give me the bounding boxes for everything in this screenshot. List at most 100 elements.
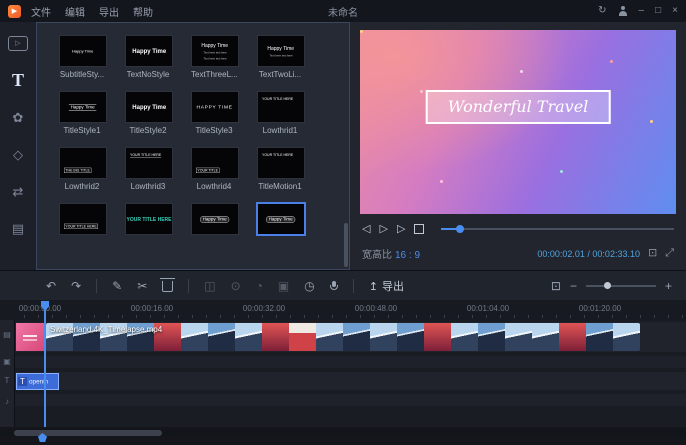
sidebar-item-elements[interactable]: ▤ <box>5 217 31 239</box>
template-label: TextNoStyle <box>125 70 171 79</box>
sync-icon[interactable]: ↻ <box>598 6 606 16</box>
edit-pencil-icon[interactable]: ✎ <box>112 280 122 292</box>
timeline-ruler[interactable]: 00:00:00.0000:00:16.0000:00:32.0000:00:4… <box>0 300 686 320</box>
fit-timeline-icon[interactable]: ⊡ <box>551 280 561 292</box>
menu-help[interactable]: 帮助 <box>133 4 153 19</box>
transport-controls: ◁ ▷ ▷ <box>362 221 674 237</box>
elements-icon: ▤ <box>12 222 24 235</box>
template-item-9[interactable]: THE BIG TITLELowthrid2 <box>59 147 105 191</box>
template-item-14[interactable]: YOUR TITLE HERE <box>125 203 171 235</box>
template-thumb-subtext: Text here text here <box>203 57 226 60</box>
speed-icon[interactable]: ◔ <box>256 280 263 292</box>
template-item-10[interactable]: YOUR TITLE HERELowthrid3 <box>125 147 171 191</box>
zoom-out-icon[interactable]: − <box>570 280 577 292</box>
template-item-1[interactable]: Happy TimeSubtitleSty... <box>59 35 105 79</box>
account-icon[interactable] <box>618 6 628 16</box>
fullscreen-icon[interactable]: ⤢ <box>665 248 674 259</box>
sidebar-item-text[interactable]: T <box>5 69 31 91</box>
film-frame <box>289 323 316 351</box>
template-item-11[interactable]: YOUR TITLELowthrid4 <box>191 147 237 191</box>
timeline-zoom-slider[interactable] <box>586 285 656 287</box>
template-thumb-text: Happy Time <box>69 104 97 111</box>
template-item-12[interactable]: YOUR TITLE HERETitleMotion1 <box>257 147 303 191</box>
seek-dot[interactable] <box>456 225 464 233</box>
stop-button[interactable] <box>414 224 424 234</box>
video-clip[interactable]: Switzerland 4K_Timelapse.mp4 <box>46 323 640 351</box>
sidebar: ▷ T ✿ ◇ ⇄ ▤ <box>0 22 36 270</box>
next-frame-button[interactable]: ▷ <box>397 224 405 235</box>
playhead[interactable] <box>44 302 46 427</box>
template-thumb: YOUR TITLE HERE <box>257 91 305 123</box>
text-track-icon[interactable]: T <box>0 376 14 385</box>
close-button[interactable]: × <box>672 6 678 16</box>
video-track-icon[interactable]: ▤ <box>0 330 14 339</box>
duration-clock-icon[interactable]: ◷ <box>304 280 314 292</box>
ruler-label: 00:01:20.00 <box>579 304 621 313</box>
preview-screen[interactable]: Wonderful Travel <box>360 30 676 214</box>
toolbar-divider <box>188 279 189 293</box>
media-icon: ▷ <box>8 36 27 51</box>
pip-track-icon[interactable]: ▣ <box>0 357 14 366</box>
sidebar-item-transitions[interactable]: ⇄ <box>5 180 31 202</box>
template-item-2[interactable]: Happy TimeTextNoStyle <box>125 35 171 79</box>
scrollbar-thumb[interactable] <box>14 430 162 436</box>
fit-preview-icon[interactable]: ⊡ <box>648 248 657 259</box>
film-frame <box>316 323 343 351</box>
seek-bar[interactable] <box>441 228 674 230</box>
preview-panel: Wonderful Travel ◁ ▷ ▷ 宽高比16 : 9 00:00:0… <box>350 22 686 270</box>
app-window: ▶ 文件编辑导出帮助 未命名 ↻ – □ × ▷ T ✿ ◇ ⇄ ▤ Happy Time… <box>0 0 686 445</box>
redo-icon[interactable]: ↷ <box>71 280 81 292</box>
export-button[interactable]: ↥ 导出 <box>369 278 404 294</box>
template-item-3[interactable]: Happy TimeText here text hereText here t… <box>191 35 237 79</box>
template-thumb-text: Happy Time <box>200 216 229 223</box>
template-item-4[interactable]: Happy TimeText here text hereTextTwoLi..… <box>257 35 303 79</box>
template-item-8[interactable]: YOUR TITLE HERELowthrid1 <box>257 91 303 135</box>
export-icon: ↥ <box>369 280 378 293</box>
text-clip[interactable]: T openin <box>16 373 59 390</box>
preview-text-overlay[interactable]: Wonderful Travel <box>426 90 611 124</box>
crop-icon[interactable]: ◫ <box>204 280 215 292</box>
delete-trash-icon[interactable] <box>162 281 173 292</box>
panel-scrollbar[interactable] <box>344 223 348 267</box>
menu-file[interactable]: 文件 <box>31 4 51 19</box>
sidebar-item-overlays[interactable]: ◇ <box>5 143 31 165</box>
play-button[interactable]: ▷ <box>379 224 387 235</box>
text-track[interactable]: T openin <box>14 372 686 390</box>
mosaic-icon[interactable]: ▣ <box>278 280 289 292</box>
template-thumb-text: HAPPY TIME <box>197 104 233 109</box>
template-item-7[interactable]: HAPPY TIME TitleStyle3 <box>191 91 237 135</box>
template-item-5[interactable]: Happy TimeTitleStyle1 <box>59 91 105 135</box>
split-scissors-icon[interactable]: ✂ <box>137 280 147 292</box>
zoom-in-icon[interactable]: + <box>665 280 672 292</box>
template-thumb-text: Happy Time <box>202 42 229 48</box>
menu-export[interactable]: 导出 <box>99 4 119 19</box>
film-frame <box>343 323 370 351</box>
template-item-15[interactable]: Happy Time <box>191 203 237 235</box>
template-item-16[interactable]: Happy Time <box>257 203 303 235</box>
opening-clip[interactable] <box>16 323 44 351</box>
templates-panel: Happy TimeSubtitleSty...Happy TimeTextNo… <box>36 22 350 270</box>
sidebar-item-media[interactable]: ▷ <box>5 32 31 54</box>
title-bar: ▶ 文件编辑导出帮助 未命名 ↻ – □ × <box>0 0 686 22</box>
voiceover-mic-icon[interactable] <box>330 281 338 292</box>
sidebar-item-filters[interactable]: ✿ <box>5 106 31 128</box>
music-track-icon[interactable]: ♪ <box>0 397 14 406</box>
music-track[interactable] <box>14 394 686 406</box>
video-track[interactable]: Switzerland 4K_Timelapse.mp4 <box>14 322 686 352</box>
minimize-button[interactable]: – <box>639 6 645 16</box>
zoom-slider-handle[interactable] <box>604 282 611 289</box>
aspect-ratio-value[interactable]: 16 : 9 <box>395 250 420 261</box>
zoom-tool-icon[interactable]: ⊙ <box>231 280 241 292</box>
menu-edit[interactable]: 编辑 <box>65 4 85 19</box>
maximize-button[interactable]: □ <box>655 6 661 16</box>
template-label: TitleStyle3 <box>191 126 237 135</box>
film-frame <box>532 323 559 351</box>
ruler-label: 00:00:32.00 <box>243 304 285 313</box>
undo-icon[interactable]: ↶ <box>46 280 56 292</box>
prev-frame-button[interactable]: ◁ <box>362 224 370 235</box>
template-thumb-text: YOUR TITLE HERE <box>130 153 161 158</box>
pip-track[interactable] <box>14 356 686 368</box>
template-item-6[interactable]: Happy TimeTitleStyle2 <box>125 91 171 135</box>
template-item-13[interactable]: YOUR TITLE HERE <box>59 203 105 235</box>
horizontal-scrollbar[interactable] <box>0 429 686 437</box>
